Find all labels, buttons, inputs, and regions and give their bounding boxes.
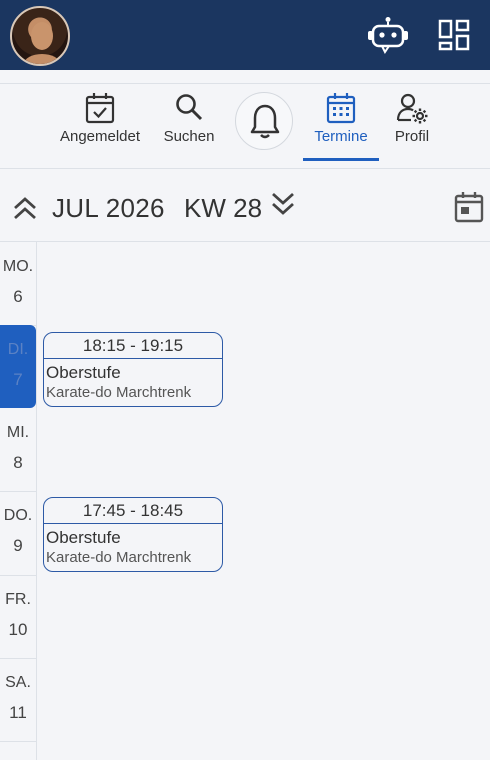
bell-icon (250, 104, 280, 139)
day-number: 8 (13, 453, 23, 472)
nav-profil[interactable]: Profil (390, 92, 434, 145)
day-cell[interactable]: MI. 8 (0, 408, 36, 491)
nav-label: Profil (394, 128, 430, 145)
event-card[interactable]: 17:45 - 18:45 Oberstufe Karate-do Marcht… (43, 497, 223, 572)
day-cell-today[interactable]: DI. 7 (0, 325, 36, 408)
calendar-today-icon[interactable] (454, 191, 484, 223)
day-name: DO. (3, 507, 33, 524)
nav-termine[interactable]: Termine (306, 92, 376, 145)
day-number: 11 (9, 703, 27, 722)
day-number: 9 (13, 536, 23, 555)
event-club: Karate-do Marchtrenk (46, 384, 192, 401)
nav-label: Termine (314, 128, 368, 145)
event-club: Karate-do Marchtrenk (46, 549, 192, 566)
event-time: 18:15 - 19:15 (44, 333, 222, 359)
day-cell[interactable]: SA. 11 (0, 658, 36, 741)
active-tab-indicator (303, 158, 379, 161)
event-time: 17:45 - 18:45 (44, 498, 222, 524)
nav-suchen[interactable]: Suchen (160, 92, 218, 145)
week-number-label: KW 28 (184, 193, 263, 223)
dashboard-grid-icon[interactable] (438, 19, 470, 51)
day-name: SA. (5, 674, 31, 691)
main-nav: Angemeldet Suchen Termine Profil (0, 83, 490, 169)
day-name: FR. (5, 591, 31, 608)
calendar-check-icon (85, 93, 115, 124)
day-number: 10 (8, 620, 28, 639)
calendar-grid-icon (326, 93, 356, 124)
event-card[interactable]: 18:15 - 19:15 Oberstufe Karate-do Marcht… (43, 332, 223, 407)
nav-label: Angemeldet (59, 128, 141, 145)
month-label: JUL 2026 (52, 193, 165, 223)
day-name: MI. (6, 424, 30, 441)
day-number: 7 (13, 370, 23, 389)
notifications-button[interactable] (235, 92, 293, 150)
day-divider (0, 741, 36, 742)
user-avatar[interactable] (10, 6, 70, 66)
day-cell[interactable]: FR. 10 (0, 575, 36, 658)
day-number: 6 (13, 287, 23, 306)
double-chevron-up-icon[interactable] (12, 196, 38, 220)
event-title: Oberstufe (46, 528, 121, 547)
user-settings-icon (396, 93, 428, 124)
day-name: MO. (2, 258, 34, 275)
chatbot-icon[interactable] (367, 16, 409, 54)
day-cell[interactable]: DO. 9 (0, 491, 36, 574)
search-icon (176, 94, 203, 121)
event-title: Oberstufe (46, 363, 121, 382)
top-bar (0, 0, 490, 70)
day-name: DI. (7, 341, 29, 358)
nav-label: Suchen (163, 128, 215, 145)
double-chevron-down-icon[interactable] (270, 192, 296, 216)
day-column: MO. 6 DI. 7 MI. 8 DO. 9 FR. 10 SA. 11 (0, 242, 37, 760)
day-cell[interactable]: MO. 6 (0, 242, 36, 325)
nav-angemeldet[interactable]: Angemeldet (56, 92, 144, 145)
week-header: JUL 2026 KW 28 (0, 169, 490, 242)
